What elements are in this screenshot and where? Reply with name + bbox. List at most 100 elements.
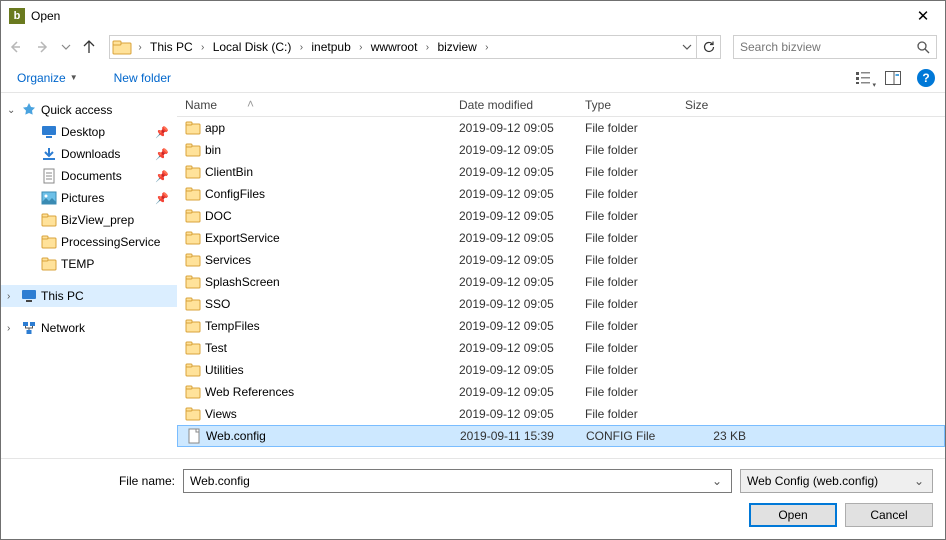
column-type[interactable]: Type: [577, 93, 677, 116]
column-size[interactable]: Size: [677, 93, 757, 116]
folder-icon: [185, 274, 201, 290]
tree-label: Desktop: [61, 125, 105, 139]
file-row[interactable]: Web.config2019-09-11 15:39CONFIG File23 …: [177, 425, 945, 447]
file-size: [677, 139, 757, 161]
preview-pane-button[interactable]: [879, 66, 907, 90]
tree-bizview-prep[interactable]: BizView_prep: [1, 209, 177, 231]
tree-processing-service[interactable]: ProcessingService: [1, 231, 177, 253]
file-size: 23 KB: [678, 426, 758, 446]
organize-label: Organize: [17, 71, 66, 85]
file-name: Test: [205, 341, 227, 355]
chevron-down-icon[interactable]: ⌄: [709, 474, 725, 488]
filename-input[interactable]: Web.config ⌄: [183, 469, 732, 493]
documents-icon: [41, 168, 57, 184]
file-row[interactable]: bin2019-09-12 09:05File folder: [177, 139, 945, 161]
file-size: [677, 249, 757, 271]
file-row[interactable]: Utilities2019-09-12 09:05File folder: [177, 359, 945, 381]
file-row[interactable]: ClientBin2019-09-12 09:05File folder: [177, 161, 945, 183]
dialog-footer: File name: Web.config ⌄ Web Config (web.…: [1, 458, 945, 539]
file-row[interactable]: Test2019-09-12 09:05File folder: [177, 337, 945, 359]
file-rows: app2019-09-12 09:05File folderbin2019-09…: [177, 117, 945, 458]
file-name: app: [205, 121, 225, 135]
file-date: 2019-09-12 09:05: [451, 249, 577, 271]
nav-back-button[interactable]: [1, 33, 29, 61]
file-row[interactable]: Views 2019-09-12 09:05File folder: [177, 403, 945, 425]
folder-icon: [185, 252, 201, 268]
file-name: Web.config: [206, 429, 266, 443]
arrow-right-icon: [35, 39, 51, 55]
file-name: SplashScreen: [205, 275, 280, 289]
tree-temp[interactable]: TEMP: [1, 253, 177, 275]
folder-icon: [185, 120, 201, 136]
file-row[interactable]: Web References2019-09-12 09:05File folde…: [177, 381, 945, 403]
filename-label: File name:: [13, 474, 183, 488]
column-name[interactable]: Name: [177, 93, 451, 116]
address-dropdown-button[interactable]: [676, 36, 696, 58]
tree-this-pc[interactable]: › This PC: [1, 285, 177, 307]
filename-value: Web.config: [190, 474, 709, 488]
arrow-left-icon: [7, 39, 23, 55]
breadcrumb-separator[interactable]: ›: [196, 36, 210, 58]
nav-forward-button[interactable]: [29, 33, 57, 61]
file-row[interactable]: Services2019-09-12 09:05File folder: [177, 249, 945, 271]
tree-desktop[interactable]: Desktop 📌: [1, 121, 177, 143]
nav-up-button[interactable]: [75, 33, 103, 61]
folder-icon: [185, 384, 201, 400]
folder-icon: [185, 164, 201, 180]
file-date: 2019-09-12 09:05: [451, 183, 577, 205]
refresh-button[interactable]: [697, 35, 721, 59]
file-name: SSO: [205, 297, 230, 311]
file-row[interactable]: app2019-09-12 09:05File folder: [177, 117, 945, 139]
tree-quick-access[interactable]: ⌄ Quick access: [1, 99, 177, 121]
caret-down-icon[interactable]: ⌄: [7, 105, 17, 116]
breadcrumb-segment[interactable]: bizview: [434, 36, 479, 58]
address-bar[interactable]: › This PC › Local Disk (C:) › inetpub › …: [109, 35, 697, 59]
breadcrumb-separator[interactable]: ›: [133, 36, 147, 58]
file-row[interactable]: ExportService2019-09-12 09:05File folder: [177, 227, 945, 249]
new-folder-button[interactable]: New folder: [114, 71, 171, 85]
breadcrumb-segment[interactable]: Local Disk (C:): [210, 36, 295, 58]
cancel-button[interactable]: Cancel: [845, 503, 933, 527]
network-icon: [21, 320, 37, 336]
file-date: 2019-09-12 09:05: [451, 227, 577, 249]
file-name: Services: [205, 253, 251, 267]
breadcrumb-segment[interactable]: inetpub: [308, 36, 353, 58]
breadcrumb-separator[interactable]: ›: [480, 36, 494, 58]
chevron-down-icon[interactable]: ⌄: [912, 474, 926, 488]
help-button[interactable]: ?: [917, 69, 935, 87]
file-type-filter[interactable]: Web Config (web.config) ⌄: [740, 469, 933, 493]
caret-right-icon[interactable]: ›: [7, 291, 17, 302]
breadcrumb-separator[interactable]: ›: [294, 36, 308, 58]
tree-documents[interactable]: Documents 📌: [1, 165, 177, 187]
file-type: File folder: [577, 293, 677, 315]
file-name: Views: [205, 407, 237, 421]
file-type: File folder: [577, 403, 677, 425]
file-name: ExportService: [205, 231, 280, 245]
breadcrumb-segment[interactable]: This PC: [147, 36, 196, 58]
file-row[interactable]: ConfigFiles2019-09-12 09:05File folder: [177, 183, 945, 205]
tree-downloads[interactable]: Downloads 📌: [1, 143, 177, 165]
breadcrumb-segment[interactable]: wwwroot: [368, 36, 421, 58]
caret-right-icon[interactable]: ›: [7, 323, 17, 334]
file-row[interactable]: TempFiles2019-09-12 09:05File folder: [177, 315, 945, 337]
title-bar: b Open ✕: [1, 1, 945, 31]
search-input[interactable]: Search bizview: [733, 35, 937, 59]
tree-network[interactable]: › Network: [1, 317, 177, 339]
nav-recent-button[interactable]: [57, 33, 75, 61]
downloads-icon: [41, 146, 57, 162]
column-date[interactable]: Date modified: [451, 93, 577, 116]
nav-row: › This PC › Local Disk (C:) › inetpub › …: [1, 31, 945, 63]
view-mode-button[interactable]: [849, 66, 877, 90]
organize-menu-button[interactable]: Organize ▼: [11, 68, 84, 88]
file-row[interactable]: SplashScreen2019-09-12 09:05File folder: [177, 271, 945, 293]
close-button[interactable]: ✕: [901, 1, 945, 31]
filter-value: Web Config (web.config): [747, 474, 912, 488]
preview-pane-icon: [885, 71, 901, 85]
file-row[interactable]: SSO2019-09-12 09:05File folder: [177, 293, 945, 315]
file-date: 2019-09-12 09:05: [451, 403, 577, 425]
breadcrumb-separator[interactable]: ›: [354, 36, 368, 58]
file-row[interactable]: DOC2019-09-12 09:05File folder: [177, 205, 945, 227]
breadcrumb-separator[interactable]: ›: [420, 36, 434, 58]
tree-pictures[interactable]: Pictures 📌: [1, 187, 177, 209]
open-button[interactable]: Open: [749, 503, 837, 527]
